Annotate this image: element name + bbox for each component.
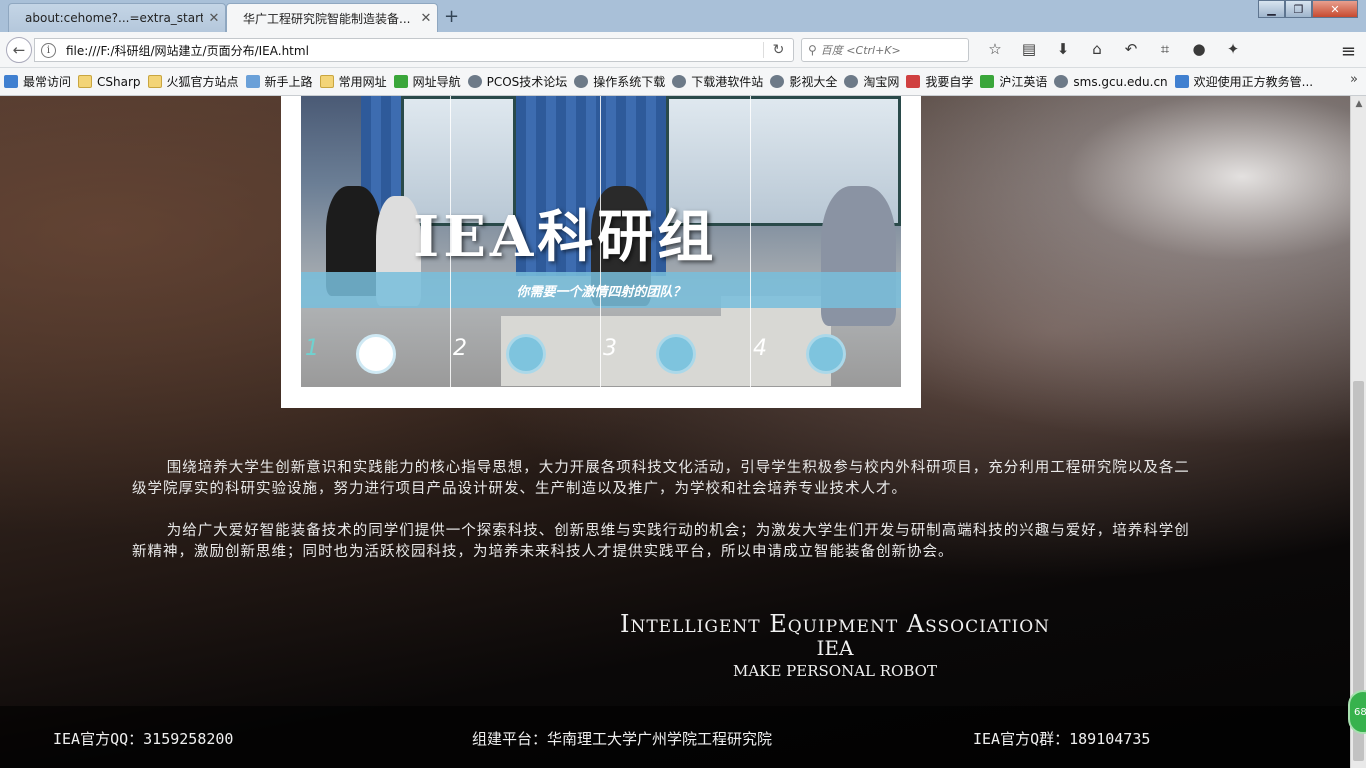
- bookmark-item[interactable]: sms.gcu.edu.cn: [1054, 75, 1168, 89]
- footer-qq: IEA官方QQ：3159258200: [53, 730, 234, 748]
- bookmark-item[interactable]: CSharp: [78, 75, 141, 89]
- bookmark-item[interactable]: 欢迎使用正方教务管...: [1174, 73, 1313, 90]
- bookmark-item[interactable]: 我要自学: [906, 73, 973, 90]
- globe-icon: [574, 75, 589, 88]
- folder-icon: [78, 75, 93, 88]
- banner-frame: IEA科研组 你需要一个激情四射的团队？ 1 2 3 4: [281, 96, 921, 408]
- tab-iea[interactable]: 华广工程研究院智能制造装备... ✕: [226, 3, 438, 32]
- intro-paragraph: 围绕培养大学生创新意识和实践能力的核心指导思想，大力开展各项科技文化活动，引导学…: [132, 460, 1190, 497]
- home-icon[interactable]: ⌂: [1080, 40, 1114, 58]
- slide-dot-4[interactable]: [806, 334, 846, 374]
- undo-icon[interactable]: ↶: [1114, 40, 1148, 58]
- globe-icon: [844, 75, 859, 88]
- bookmark-favicon-icon: [245, 75, 260, 88]
- bookmark-favicon-icon: [1174, 75, 1189, 88]
- bookmark-item[interactable]: 淘宝网: [844, 73, 899, 90]
- globe-icon: [770, 75, 785, 88]
- bookmark-item[interactable]: 火狐官方站点: [147, 73, 239, 90]
- folder-icon: [319, 75, 334, 88]
- close-icon[interactable]: ✕: [415, 11, 437, 26]
- association-motto: MAKE PERSONAL ROBOT: [733, 662, 937, 680]
- bookmark-favicon-icon: [393, 75, 408, 88]
- menu-icon[interactable]: ≡: [1341, 41, 1356, 62]
- toolbar-icons: ☆ ▤ ⬇ ⌂ ↶ ⌗ ● ✦: [978, 40, 1250, 58]
- bookmark-item[interactable]: 网址导航: [393, 73, 461, 90]
- tab-title: 华广工程研究院智能制造装备...: [243, 11, 411, 26]
- back-arrow-icon[interactable]: ←: [6, 37, 32, 63]
- address-bar[interactable]: i file:///F:/科研组/网站建立/页面分布/IEA.html ↻: [34, 38, 794, 62]
- bookmark-item[interactable]: 操作系统下载: [574, 73, 665, 90]
- minimize-icon[interactable]: ▁: [1258, 0, 1285, 18]
- bookmark-favicon-icon: [906, 75, 921, 88]
- globe-icon: [467, 75, 482, 88]
- url-text[interactable]: file:///F:/科研组/网站建立/页面分布/IEA.html: [66, 42, 763, 59]
- bookmark-item[interactable]: 新手上路: [245, 73, 313, 90]
- window-close-icon[interactable]: ✕: [1312, 0, 1358, 18]
- crop-icon[interactable]: ⌗: [1148, 40, 1182, 58]
- association-name: Intelligent Equipment Association: [619, 610, 1051, 638]
- download-icon[interactable]: ⬇: [1046, 40, 1080, 58]
- bookmarks-bar: 最常访问 CSharp 火狐官方站点 新手上路 常用网址 网址导航 PCOS技术…: [0, 68, 1366, 96]
- page-content: IEA科研组 你需要一个激情四射的团队？ 1 2 3 4 围绕培养大学生创新意识…: [0, 96, 1350, 768]
- tab-title: about:cehome?...=extra_start: [25, 11, 203, 25]
- bookmark-item[interactable]: 最常访问: [4, 73, 71, 90]
- search-bar[interactable]: ⚲: [801, 38, 969, 62]
- maximize-icon[interactable]: ❐: [1285, 0, 1312, 18]
- footer: IEA官方QQ：3159258200 组建平台：华南理工大学广州学院工程研究院 …: [0, 706, 1350, 768]
- bookmark-favicon-icon: [4, 75, 18, 88]
- banner-slider: IEA科研组 你需要一个激情四射的团队？ 1 2 3 4: [301, 96, 901, 387]
- reload-icon[interactable]: ↻: [763, 42, 793, 58]
- tab-about-cehome[interactable]: about:cehome?...=extra_start ✕: [8, 3, 226, 32]
- slide-dot-2[interactable]: [506, 334, 546, 374]
- bookmark-item[interactable]: 沪江英语: [980, 73, 1047, 90]
- search-input[interactable]: [820, 43, 951, 57]
- slide-number: 2: [453, 336, 467, 361]
- close-icon[interactable]: ✕: [203, 11, 225, 26]
- association-abbr: IEA: [816, 636, 854, 660]
- chat-icon[interactable]: ●: [1182, 40, 1216, 58]
- navigation-toolbar: ← i file:///F:/科研组/网站建立/页面分布/IEA.html ↻ …: [0, 32, 1366, 68]
- slide-dot-3[interactable]: [656, 334, 696, 374]
- info-icon[interactable]: i: [41, 42, 56, 58]
- bookmark-star-icon[interactable]: ☆: [978, 40, 1012, 58]
- bookmark-item[interactable]: PCOS技术论坛: [467, 73, 567, 90]
- bookmark-item[interactable]: 下载港软件站: [672, 73, 763, 90]
- reading-list-icon[interactable]: ▤: [1012, 40, 1046, 58]
- slide-number: 4: [753, 336, 767, 361]
- intro-paragraph: 为给广大爱好智能装备技术的同学们提供一个探索科技、创新思维与实践行动的机会；为激…: [132, 523, 1190, 560]
- bookmark-item[interactable]: 常用网址: [319, 73, 387, 90]
- footer-platform: 组建平台：华南理工大学广州学院工程研究院: [472, 730, 773, 748]
- slide-number: 3: [603, 336, 617, 361]
- window-controls: ▁ ❐ ✕: [1258, 0, 1358, 18]
- tab-bar: about:cehome?...=extra_start ✕ 华广工程研究院智能…: [0, 0, 1366, 32]
- footer-qq-group: IEA官方Q群：189104735: [973, 730, 1151, 748]
- banner-slogan: 你需要一个激情四射的团队？: [301, 272, 901, 308]
- slide-divider: [750, 96, 751, 387]
- extension-icon[interactable]: ✦: [1216, 40, 1250, 58]
- bookmark-favicon-icon: [980, 75, 995, 88]
- chevron-more-icon[interactable]: »: [1350, 72, 1358, 87]
- vertical-scrollbar[interactable]: ▲: [1350, 96, 1366, 768]
- globe-icon: [1054, 75, 1069, 88]
- slide-divider: [600, 96, 601, 387]
- folder-icon: [147, 75, 162, 88]
- scroll-up-icon[interactable]: ▲: [1351, 99, 1366, 109]
- association-block: Intelligent Equipment Association IEA MA…: [600, 610, 1070, 680]
- slide-divider: [450, 96, 451, 387]
- slide-number: 1: [305, 336, 319, 361]
- globe-icon: [672, 75, 687, 88]
- search-icon: ⚲: [808, 43, 817, 57]
- bookmark-item[interactable]: 影视大全: [770, 73, 837, 90]
- new-tab-icon[interactable]: +: [444, 6, 459, 27]
- slide-dot-1[interactable]: [356, 334, 396, 374]
- banner-title: IEA科研组: [413, 204, 718, 270]
- notification-badge[interactable]: 68: [1348, 690, 1366, 734]
